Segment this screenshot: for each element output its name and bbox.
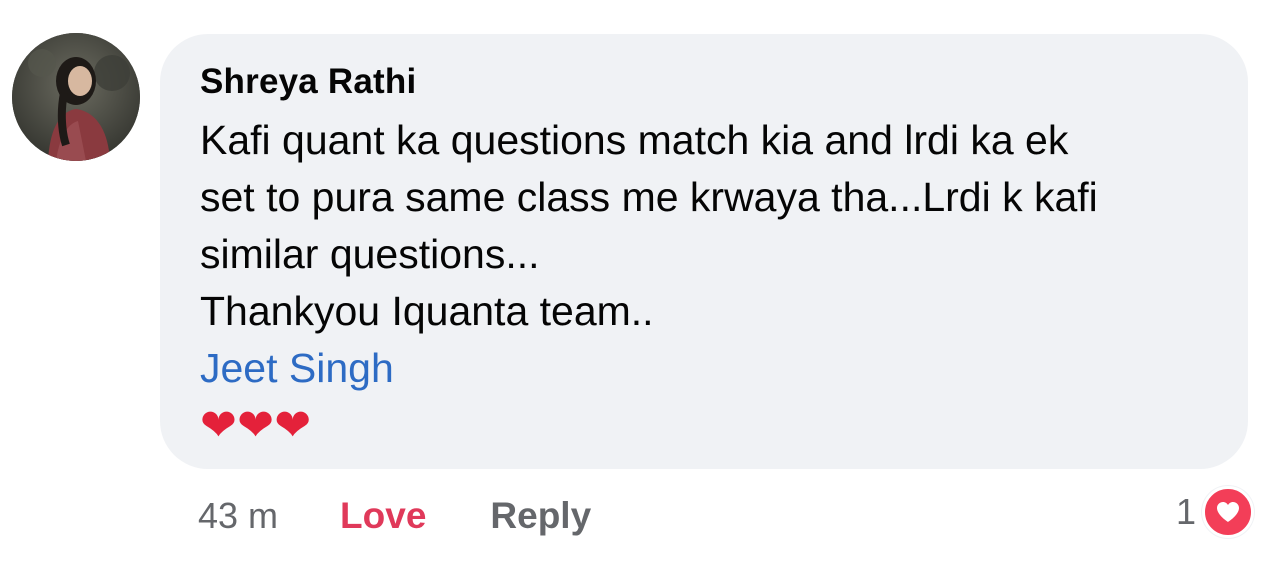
comment-text-line: Thankyou Iquanta team.. <box>200 288 654 334</box>
comment-text-line: similar questions... <box>200 231 540 277</box>
comment-bubble: Shreya Rathi Kafi quant ka questions mat… <box>160 34 1248 469</box>
avatar[interactable] <box>12 33 140 161</box>
avatar-photo <box>12 33 140 161</box>
heart-emoji-icon: ❤ <box>200 401 237 450</box>
comment-actions: 43 m Love Reply <box>198 490 591 542</box>
heart-emoji-icon: ❤ <box>237 401 274 450</box>
reaction-count: 1 <box>1175 491 1196 532</box>
heart-emojis: ❤ ❤ ❤ <box>200 401 1212 451</box>
comment-body: Kafi quant ka questions match kia and lr… <box>200 112 1212 451</box>
reply-button[interactable]: Reply <box>490 495 591 537</box>
love-button[interactable]: Love <box>340 495 426 537</box>
mention-link[interactable]: Jeet Singh <box>200 340 394 397</box>
comment-timestamp[interactable]: 43 m <box>198 495 278 537</box>
love-reaction-icon <box>1202 486 1254 538</box>
reaction-summary[interactable]: 1 <box>1176 486 1254 538</box>
comment-text-line: set to pura same class me krwaya tha...L… <box>200 174 1098 220</box>
heart-emoji-icon: ❤ <box>274 401 311 450</box>
comment-text-line: Kafi quant ka questions match kia and lr… <box>200 117 1069 163</box>
comment: Shreya Rathi Kafi quant ka questions mat… <box>0 0 1280 576</box>
comment-author[interactable]: Shreya Rathi <box>200 58 1212 106</box>
